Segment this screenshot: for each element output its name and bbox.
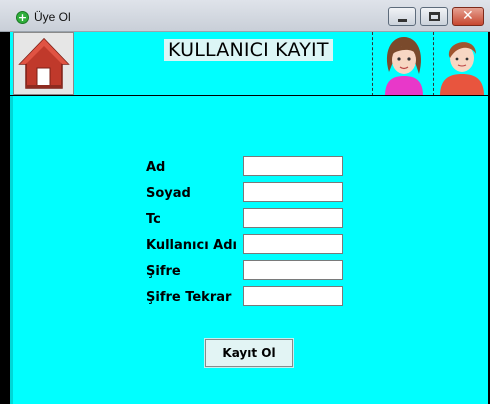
kullanici-adi-input[interactable] (243, 234, 343, 254)
female-user-avatar[interactable] (372, 32, 434, 96)
male-user-avatar[interactable] (436, 32, 488, 96)
title-bar[interactable]: + Üye Ol ✕ (0, 0, 490, 32)
plus-circle-icon: + (16, 11, 29, 24)
page-title: KULLANICI KAYIT (164, 39, 333, 61)
kayit-ol-button[interactable]: Kayıt Ol (204, 338, 294, 368)
tc-input[interactable] (243, 208, 343, 228)
soyad-input[interactable] (243, 182, 343, 202)
ad-input[interactable] (243, 156, 343, 176)
form-client-area: KULLANICI KAYIT Ad Soyad Tc Kullanıcı Ad… (10, 32, 488, 404)
sifre-input[interactable] (243, 260, 343, 280)
male-avatar-icon (440, 42, 484, 96)
sifre-tekrar-input[interactable] (243, 286, 343, 306)
label-sifre: Şifre (146, 264, 181, 279)
label-kullanici-adi: Kullanıcı Adı (146, 238, 238, 253)
minimize-icon (398, 19, 407, 22)
maximize-button[interactable] (420, 7, 448, 26)
app-window: + Üye Ol ✕ KULLANICI KAYIT Ad Soyad Tc K… (0, 0, 490, 404)
female-avatar-icon (385, 37, 423, 96)
close-button[interactable]: ✕ (452, 7, 484, 26)
minimize-button[interactable] (388, 7, 416, 26)
close-icon: ✕ (462, 8, 474, 24)
label-tc: Tc (146, 212, 161, 227)
label-sifre-tekrar: Şifre Tekrar (146, 290, 232, 305)
window-title: Üye Ol (34, 10, 71, 24)
maximize-icon (429, 12, 440, 21)
label-soyad: Soyad (146, 186, 191, 201)
label-ad: Ad (146, 160, 166, 175)
home-icon (18, 37, 70, 89)
home-button[interactable] (13, 32, 74, 95)
